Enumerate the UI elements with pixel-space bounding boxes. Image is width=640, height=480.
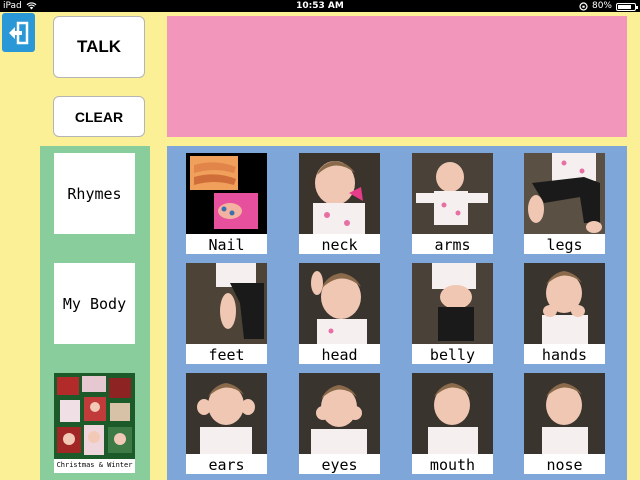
vocab-label: Nail	[208, 236, 245, 254]
vocabulary-grid: Nail neck arms legs feet head belly hand…	[167, 146, 627, 480]
belly-photo	[412, 263, 493, 344]
head-photo	[299, 263, 380, 344]
category-christmas-winter[interactable]: Christmas & Winter	[54, 373, 135, 473]
vocab-tile-legs[interactable]: legs	[524, 153, 605, 254]
vocab-tile-nail[interactable]: Nail	[186, 153, 267, 254]
vocab-label: belly	[429, 346, 476, 364]
clear-button[interactable]: CLEAR	[53, 96, 145, 137]
mouth-photo	[412, 373, 493, 454]
battery-icon	[616, 2, 638, 11]
vocab-label: eyes	[321, 456, 358, 474]
category-my-body[interactable]: My Body	[54, 263, 135, 344]
eyes-photo	[299, 373, 380, 454]
back-button[interactable]	[2, 13, 35, 52]
neck-photo	[299, 153, 380, 234]
vocab-tile-ears[interactable]: ears	[186, 373, 267, 474]
vocab-label: ears	[208, 456, 245, 474]
vocab-tile-mouth[interactable]: mouth	[412, 373, 493, 474]
ears-photo	[186, 373, 267, 454]
vocab-label: legs	[546, 236, 583, 254]
clock: 10:53 AM	[296, 1, 344, 11]
arms-photo	[412, 153, 493, 234]
status-bar: iPad 10:53 AM 80%	[0, 0, 640, 12]
vocab-tile-head[interactable]: head	[299, 263, 380, 364]
legs-photo	[524, 153, 605, 234]
vocab-label: hands	[541, 346, 588, 364]
vocab-tile-feet[interactable]: feet	[186, 263, 267, 364]
vocab-label: head	[321, 346, 358, 364]
category-label: Christmas & Winter	[56, 461, 133, 469]
nail-photo	[186, 153, 267, 234]
vocab-tile-arms[interactable]: arms	[412, 153, 493, 254]
vocab-label: arms	[434, 236, 471, 254]
vocab-label: mouth	[429, 456, 476, 474]
talk-button[interactable]: TALK	[53, 16, 145, 78]
vocab-tile-eyes[interactable]: eyes	[299, 373, 380, 474]
feet-photo	[186, 263, 267, 344]
exit-arrow-icon	[8, 21, 28, 44]
vocab-label: nose	[546, 456, 583, 474]
battery-percent: 80%	[591, 1, 612, 11]
category-panel: Rhymes My Body Christmas & Winter	[40, 146, 150, 480]
category-rhymes[interactable]: Rhymes	[54, 153, 135, 234]
message-bar[interactable]	[167, 16, 627, 137]
vocab-tile-hands[interactable]: hands	[524, 263, 605, 364]
christmas-collage-image	[54, 373, 135, 459]
vocab-tile-nose[interactable]: nose	[524, 373, 605, 474]
vocab-label: feet	[208, 346, 245, 364]
vocab-label: neck	[321, 236, 358, 254]
nose-photo	[524, 373, 605, 454]
rotation-lock-icon	[579, 1, 588, 11]
vocab-tile-belly[interactable]: belly	[412, 263, 493, 364]
hands-photo	[524, 263, 605, 344]
vocab-tile-neck[interactable]: neck	[299, 153, 380, 254]
